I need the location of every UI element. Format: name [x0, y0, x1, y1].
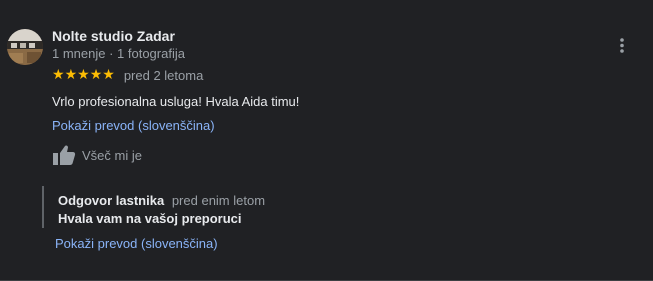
owner-reply-title: Odgovor lastnika: [58, 193, 165, 208]
review-text: Vrlo profesionalna usluga! Hvala Aida ti…: [52, 94, 300, 109]
star-icon: ★: [64, 67, 78, 83]
like-button[interactable]: Všeč mi je: [52, 143, 142, 167]
owner-reply-header: Odgovor lastnika pred enim letom: [58, 193, 265, 208]
review-card: Nolte studio Zadar 1 mnenje · 1 fotograf…: [0, 0, 653, 281]
avatar[interactable]: [7, 29, 43, 65]
reply-divider: [42, 186, 44, 228]
star-icon: ★: [52, 67, 65, 83]
star-rating: ★ ★ ★ ★ ★ pred 2 letoma: [52, 66, 203, 84]
thumb-up-icon: [53, 145, 76, 165]
more-vert-icon: [620, 38, 624, 53]
author-meta: 1 mnenje · 1 fotografija: [52, 46, 185, 61]
owner-reply-text: Hvala vam na vašoj preporuci: [58, 211, 242, 226]
avatar-image: [7, 29, 43, 65]
star-icon: ★: [89, 67, 103, 83]
more-options-button[interactable]: [612, 33, 632, 57]
review-author[interactable]: Nolte studio Zadar: [52, 28, 175, 44]
reply-show-translation-link[interactable]: Pokaži prevod (slovenščina): [55, 236, 218, 251]
star-icon: ★: [102, 67, 115, 83]
show-translation-link[interactable]: Pokaži prevod (slovenščina): [52, 118, 215, 133]
like-label: Všeč mi je: [82, 147, 142, 163]
review-date: pred 2 letoma: [123, 67, 204, 83]
star-icon: ★: [77, 67, 90, 83]
owner-reply-date: pred enim letom: [171, 193, 266, 208]
